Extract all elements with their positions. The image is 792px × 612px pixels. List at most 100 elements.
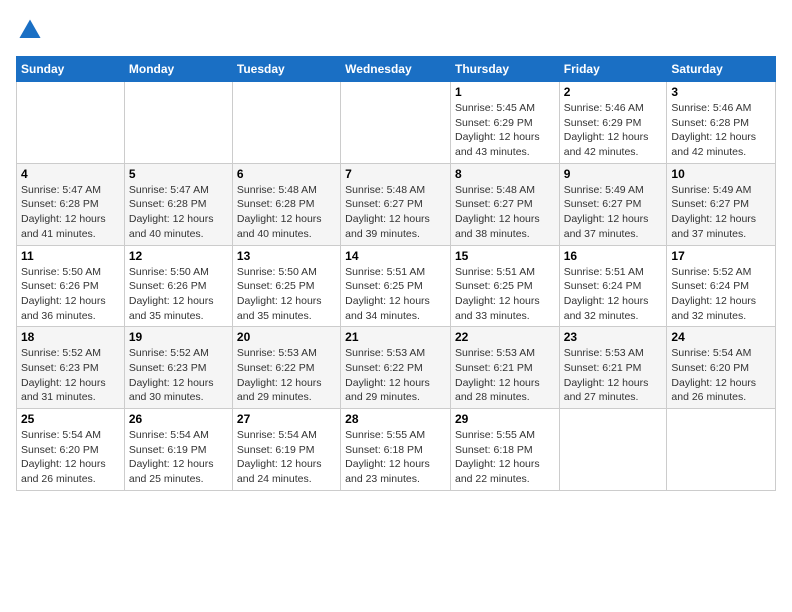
calendar-cell: 5 Sunrise: 5:47 AM Sunset: 6:28 PM Daylig…: [124, 163, 232, 245]
day-info: Sunrise: 5:54 AM Sunset: 6:19 PM Dayligh…: [129, 428, 228, 487]
calendar-cell: 20 Sunrise: 5:53 AM Sunset: 6:22 PM Dayli…: [232, 327, 340, 409]
day-info: Sunrise: 5:52 AM Sunset: 6:24 PM Dayligh…: [671, 265, 771, 324]
day-info: Sunrise: 5:51 AM Sunset: 6:24 PM Dayligh…: [564, 265, 663, 324]
day-number: 18: [21, 330, 120, 344]
day-number: 14: [345, 249, 446, 263]
day-info: Sunrise: 5:54 AM Sunset: 6:19 PM Dayligh…: [237, 428, 336, 487]
calendar-cell: 16 Sunrise: 5:51 AM Sunset: 6:24 PM Dayli…: [559, 245, 667, 327]
logo-icon: [16, 16, 44, 44]
calendar-cell: 27 Sunrise: 5:54 AM Sunset: 6:19 PM Dayli…: [232, 409, 340, 491]
day-number: 1: [455, 85, 555, 99]
day-number: 3: [671, 85, 771, 99]
calendar-cell: 25 Sunrise: 5:54 AM Sunset: 6:20 PM Dayli…: [17, 409, 125, 491]
day-info: Sunrise: 5:52 AM Sunset: 6:23 PM Dayligh…: [21, 346, 120, 405]
day-info: Sunrise: 5:48 AM Sunset: 6:27 PM Dayligh…: [455, 183, 555, 242]
day-info: Sunrise: 5:55 AM Sunset: 6:18 PM Dayligh…: [345, 428, 446, 487]
day-number: 22: [455, 330, 555, 344]
calendar-cell: 18 Sunrise: 5:52 AM Sunset: 6:23 PM Dayli…: [17, 327, 125, 409]
calendar-week-row: 4 Sunrise: 5:47 AM Sunset: 6:28 PM Daylig…: [17, 163, 776, 245]
calendar-cell: 21Sunrise: 5:53 AM Sunset: 6:22 PM Dayli…: [341, 327, 451, 409]
calendar-cell: 13 Sunrise: 5:50 AM Sunset: 6:25 PM Dayli…: [232, 245, 340, 327]
calendar-cell: [341, 82, 451, 164]
day-number: 10: [671, 167, 771, 181]
day-number: 11: [21, 249, 120, 263]
day-info: Sunrise: 5:53 AM Sunset: 6:21 PM Dayligh…: [564, 346, 663, 405]
logo: [16, 16, 48, 44]
day-number: 6: [237, 167, 336, 181]
calendar-cell: 10 Sunrise: 5:49 AM Sunset: 6:27 PM Dayli…: [667, 163, 776, 245]
day-number: 23: [564, 330, 663, 344]
day-number: 13: [237, 249, 336, 263]
day-info: Sunrise: 5:52 AM Sunset: 6:23 PM Dayligh…: [129, 346, 228, 405]
day-info: Sunrise: 5:49 AM Sunset: 6:27 PM Dayligh…: [564, 183, 663, 242]
page-header: [16, 16, 776, 44]
calendar-cell: 17 Sunrise: 5:52 AM Sunset: 6:24 PM Dayli…: [667, 245, 776, 327]
day-number: 12: [129, 249, 228, 263]
day-info: Sunrise: 5:55 AM Sunset: 6:18 PM Dayligh…: [455, 428, 555, 487]
calendar-cell: 4Sunrise: 5:47 AM Sunset: 6:28 PM Daylig…: [17, 163, 125, 245]
calendar-header-row: SundayMondayTuesdayWednesdayThursdayFrid…: [17, 57, 776, 82]
calendar-cell: 3 Sunrise: 5:46 AM Sunset: 6:28 PM Daylig…: [667, 82, 776, 164]
day-number: 4: [21, 167, 120, 181]
calendar-cell: 9 Sunrise: 5:49 AM Sunset: 6:27 PM Daylig…: [559, 163, 667, 245]
calendar-cell: [232, 82, 340, 164]
weekday-header-wednesday: Wednesday: [341, 57, 451, 82]
calendar-cell: 11Sunrise: 5:50 AM Sunset: 6:26 PM Dayli…: [17, 245, 125, 327]
calendar-cell: 24 Sunrise: 5:54 AM Sunset: 6:20 PM Dayli…: [667, 327, 776, 409]
day-info: Sunrise: 5:53 AM Sunset: 6:22 PM Dayligh…: [237, 346, 336, 405]
calendar-cell: 2Sunrise: 5:46 AM Sunset: 6:29 PM Daylig…: [559, 82, 667, 164]
day-info: Sunrise: 5:48 AM Sunset: 6:28 PM Dayligh…: [237, 183, 336, 242]
calendar-cell: 19 Sunrise: 5:52 AM Sunset: 6:23 PM Dayli…: [124, 327, 232, 409]
calendar-week-row: 18 Sunrise: 5:52 AM Sunset: 6:23 PM Dayli…: [17, 327, 776, 409]
day-info: Sunrise: 5:47 AM Sunset: 6:28 PM Dayligh…: [129, 183, 228, 242]
weekday-header-monday: Monday: [124, 57, 232, 82]
calendar-cell: [124, 82, 232, 164]
calendar-cell: 28 Sunrise: 5:55 AM Sunset: 6:18 PM Dayli…: [341, 409, 451, 491]
day-info: Sunrise: 5:53 AM Sunset: 6:21 PM Dayligh…: [455, 346, 555, 405]
day-number: 2: [564, 85, 663, 99]
calendar-cell: 29 Sunrise: 5:55 AM Sunset: 6:18 PM Dayli…: [450, 409, 559, 491]
day-info: Sunrise: 5:54 AM Sunset: 6:20 PM Dayligh…: [21, 428, 120, 487]
day-number: 29: [455, 412, 555, 426]
day-info: Sunrise: 5:51 AM Sunset: 6:25 PM Dayligh…: [455, 265, 555, 324]
weekday-header-friday: Friday: [559, 57, 667, 82]
calendar-cell: 15 Sunrise: 5:51 AM Sunset: 6:25 PM Dayli…: [450, 245, 559, 327]
day-number: 8: [455, 167, 555, 181]
day-info: Sunrise: 5:48 AM Sunset: 6:27 PM Dayligh…: [345, 183, 446, 242]
weekday-header-thursday: Thursday: [450, 57, 559, 82]
day-number: 16: [564, 249, 663, 263]
day-number: 26: [129, 412, 228, 426]
day-number: 25: [21, 412, 120, 426]
calendar-cell: [667, 409, 776, 491]
day-info: Sunrise: 5:50 AM Sunset: 6:26 PM Dayligh…: [129, 265, 228, 324]
day-info: Sunrise: 5:49 AM Sunset: 6:27 PM Dayligh…: [671, 183, 771, 242]
calendar-week-row: 1 Sunrise: 5:45 AM Sunset: 6:29 PM Daylig…: [17, 82, 776, 164]
weekday-header-saturday: Saturday: [667, 57, 776, 82]
calendar-cell: 26 Sunrise: 5:54 AM Sunset: 6:19 PM Dayli…: [124, 409, 232, 491]
calendar-table: SundayMondayTuesdayWednesdayThursdayFrid…: [16, 56, 776, 491]
calendar-cell: 22 Sunrise: 5:53 AM Sunset: 6:21 PM Dayli…: [450, 327, 559, 409]
day-info: Sunrise: 5:46 AM Sunset: 6:28 PM Dayligh…: [671, 101, 771, 160]
calendar-week-row: 11 Sunrise: 5:50 AM Sunset: 6:26 PM Dayli…: [17, 245, 776, 327]
day-number: 5: [129, 167, 228, 181]
calendar-week-row: 25 Sunrise: 5:54 AM Sunset: 6:20 PM Dayli…: [17, 409, 776, 491]
day-number: 17: [671, 249, 771, 263]
weekday-header-tuesday: Tuesday: [232, 57, 340, 82]
day-info: Sunrise: 5:51 AM Sunset: 6:25 PM Dayligh…: [345, 265, 446, 324]
calendar-cell: [17, 82, 125, 164]
day-info: Sunrise: 5:50 AM Sunset: 6:25 PM Dayligh…: [237, 265, 336, 324]
day-number: 27: [237, 412, 336, 426]
day-number: 24: [671, 330, 771, 344]
day-info: Sunrise: 5:53 AM Sunset: 6:22 PM Dayligh…: [345, 346, 446, 405]
day-info: Sunrise: 5:54 AM Sunset: 6:20 PM Dayligh…: [671, 346, 771, 405]
day-number: 20: [237, 330, 336, 344]
day-number: 19: [129, 330, 228, 344]
day-number: 15: [455, 249, 555, 263]
day-info: Sunrise: 5:45 AM Sunset: 6:29 PM Dayligh…: [455, 101, 555, 160]
calendar-cell: [559, 409, 667, 491]
calendar-cell: 12 Sunrise: 5:50 AM Sunset: 6:26 PM Dayli…: [124, 245, 232, 327]
weekday-header-sunday: Sunday: [17, 57, 125, 82]
day-number: 28: [345, 412, 446, 426]
calendar-cell: 23 Sunrise: 5:53 AM Sunset: 6:21 PM Dayli…: [559, 327, 667, 409]
day-number: 9: [564, 167, 663, 181]
